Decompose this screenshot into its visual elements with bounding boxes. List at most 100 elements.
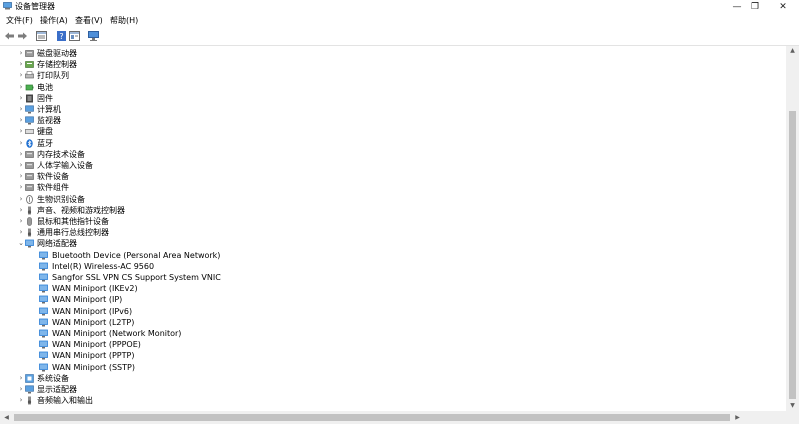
bluetooth-icon xyxy=(25,138,34,148)
network-adapter-item[interactable]: WAN Miniport (IPv6) xyxy=(39,306,439,317)
svg-text:?: ? xyxy=(59,32,63,41)
tree-category-label: 软件组件 xyxy=(37,183,69,193)
tree-category-label: 固件 xyxy=(37,93,53,103)
tree-category-mouse[interactable]: › 鼠标和其他指针设备 xyxy=(17,216,317,227)
expand-chevron-right-icon[interactable]: › xyxy=(17,227,25,238)
menu-action[interactable]: 操作(A) xyxy=(40,16,68,26)
network-adapter-item[interactable]: Intel(R) Wireless-AC 9560 xyxy=(39,261,439,272)
network-adapter-label: WAN Miniport (IPv6) xyxy=(52,306,133,316)
expand-chevron-right-icon[interactable]: › xyxy=(17,70,25,81)
network-adapter-label: WAN Miniport (IP) xyxy=(52,295,123,305)
hid-icon xyxy=(25,161,34,170)
tree-category-label: 软件设备 xyxy=(37,172,69,182)
network-adapter-item[interactable]: WAN Miniport (IKEv2) xyxy=(39,283,439,294)
expand-chevron-right-icon[interactable]: › xyxy=(17,149,25,160)
expand-chevron-right-icon[interactable]: › xyxy=(17,205,25,216)
network-adapter-item[interactable]: WAN Miniport (PPPOE) xyxy=(39,339,439,350)
tree-category-biometric[interactable]: › 生物识别设备 xyxy=(17,194,317,205)
network-adapter-item[interactable]: WAN Miniport (L2TP) xyxy=(39,317,439,328)
tree-category-disk-drive[interactable]: › 磁盘驱动器 xyxy=(17,48,317,59)
expand-chevron-right-icon[interactable]: › xyxy=(17,115,25,126)
network-adapter-item[interactable]: Sangfor SSL VPN CS Support System VNIC xyxy=(39,272,439,283)
network-adapter-item[interactable]: WAN Miniport (SSTP) xyxy=(39,362,439,373)
scroll-left-icon[interactable]: ◀ xyxy=(0,411,13,424)
network-adapter-icon xyxy=(39,363,48,372)
network-adapter-label: WAN Miniport (SSTP) xyxy=(52,362,135,372)
title-bar: 设备管理器 — ❐ ✕ xyxy=(0,0,799,14)
tree-category-label: 显示适配器 xyxy=(37,385,77,394)
help-icon[interactable]: ? xyxy=(56,31,67,41)
properties-icon[interactable] xyxy=(36,31,47,41)
back-arrow-icon[interactable] xyxy=(4,31,15,41)
network-adapter-item[interactable]: WAN Miniport (IP) xyxy=(39,294,439,305)
network-adapter-item[interactable]: WAN Miniport (PPTP) xyxy=(39,350,439,361)
tree-category-memory-device[interactable]: › 内存技术设备 xyxy=(17,149,317,160)
menu-file[interactable]: 文件(F) xyxy=(6,16,33,26)
tree-category-monitor[interactable]: › 监视器 xyxy=(17,115,317,126)
tree-category-keyboard[interactable]: › 键盘 xyxy=(17,126,317,137)
expand-chevron-right-icon[interactable]: › xyxy=(17,216,25,227)
expand-chevron-right-icon[interactable]: › xyxy=(17,194,25,205)
tree-category-storage-controller[interactable]: › 存储控制器 xyxy=(17,59,317,70)
expand-chevron-right-icon[interactable]: › xyxy=(17,160,25,171)
tree-category-printer[interactable]: › 打印队列 xyxy=(17,70,317,81)
close-icon[interactable]: ✕ xyxy=(770,0,796,14)
scroll-down-icon[interactable]: ▼ xyxy=(786,401,799,411)
tree-category-firmware[interactable]: › 固件 xyxy=(17,93,317,104)
network-adapter-icon xyxy=(39,329,48,338)
network-adapter-label: WAN Miniport (Network Monitor) xyxy=(52,329,182,338)
update-driver-icon[interactable] xyxy=(69,31,80,41)
tree-category-hid[interactable]: › 人体学输入设备 xyxy=(17,160,317,171)
scroll-right-icon[interactable]: ▶ xyxy=(731,411,744,424)
expand-chevron-right-icon[interactable]: › xyxy=(17,104,25,115)
horizontal-scrollbar[interactable]: ◀ ▶ xyxy=(0,411,799,424)
tree-category-usb[interactable]: › 通用串行总线控制器 xyxy=(17,227,317,238)
tree-category-software-device[interactable]: › 软件设备 xyxy=(17,171,317,182)
tree-category-display-adapter[interactable]: › 显示适配器 xyxy=(17,384,317,395)
expand-chevron-right-icon[interactable]: › xyxy=(17,48,25,59)
tree-category-bluetooth[interactable]: › 蓝牙 xyxy=(17,138,317,149)
menu-help[interactable]: 帮助(H) xyxy=(110,16,138,26)
expand-chevron-down-icon[interactable]: ⌄ xyxy=(17,238,25,249)
tree-category-sound[interactable]: › 声音、视频和游戏控制器 xyxy=(17,205,317,216)
software-device-icon xyxy=(25,172,34,181)
battery-icon xyxy=(25,83,34,92)
expand-chevron-right-icon[interactable]: › xyxy=(17,138,25,149)
expand-chevron-right-icon[interactable]: › xyxy=(17,171,25,182)
network-adapter-label: WAN Miniport (PPPOE) xyxy=(52,340,141,350)
scan-hardware-icon[interactable] xyxy=(88,31,99,41)
forward-arrow-icon[interactable] xyxy=(17,31,28,41)
window-title: 设备管理器 xyxy=(15,2,55,11)
vertical-scrollbar[interactable]: ▲ ▼ xyxy=(786,46,799,411)
expand-chevron-right-icon[interactable]: › xyxy=(17,395,25,406)
network-adapter-item[interactable]: WAN Miniport (Network Monitor) xyxy=(39,328,439,339)
expand-chevron-right-icon[interactable]: › xyxy=(17,82,25,93)
tree-category-battery[interactable]: › 电池 xyxy=(17,82,317,93)
vertical-scroll-thumb[interactable] xyxy=(789,111,796,399)
network-adapter-icon xyxy=(39,351,48,360)
expand-chevron-right-icon[interactable]: › xyxy=(17,93,25,104)
tree-category-system-device[interactable]: › 系统设备 xyxy=(17,373,317,384)
expand-chevron-right-icon[interactable]: › xyxy=(17,373,25,384)
device-manager-icon xyxy=(3,2,12,10)
network-adapter-item[interactable]: Bluetooth Device (Personal Area Network) xyxy=(39,250,439,261)
tree-category-label: 蓝牙 xyxy=(37,138,53,148)
printer-icon xyxy=(25,71,34,80)
horizontal-scroll-thumb[interactable] xyxy=(14,414,730,421)
system-device-icon xyxy=(25,373,34,383)
expand-chevron-right-icon[interactable]: › xyxy=(17,59,25,70)
tree-category-software-component[interactable]: › 软件组件 xyxy=(17,182,317,193)
scroll-up-icon[interactable]: ▲ xyxy=(786,46,799,56)
device-tree[interactable]: › 磁盘驱动器 › 存储控制器 › 打印队列 › 电池 › 固件 › 计算机 › 监视器 › 键盘 › 蓝牙 › 内存… xyxy=(0,46,786,411)
expand-chevron-right-icon[interactable]: › xyxy=(17,126,25,137)
tree-category-audio-io[interactable]: › 音频输入和输出 xyxy=(17,395,317,406)
expand-chevron-right-icon[interactable]: › xyxy=(17,384,25,395)
menu-view[interactable]: 查看(V) xyxy=(75,16,103,26)
software-component-icon xyxy=(25,183,34,192)
expand-chevron-right-icon[interactable]: › xyxy=(17,182,25,193)
network-adapter-label: WAN Miniport (IKEv2) xyxy=(52,284,138,294)
tree-category-network-adapter[interactable]: ⌄ 网络适配器 xyxy=(17,238,317,249)
tree-category-computer[interactable]: › 计算机 xyxy=(17,104,317,115)
restore-icon[interactable]: ❐ xyxy=(742,0,768,14)
network-adapter-icon xyxy=(39,307,48,316)
